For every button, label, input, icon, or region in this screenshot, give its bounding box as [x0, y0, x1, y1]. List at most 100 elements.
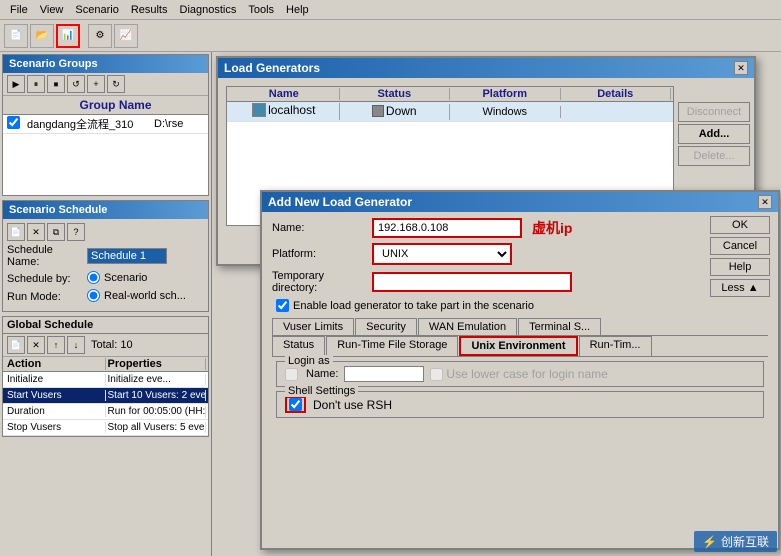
tab-unix-env[interactable]: Unix Environment [459, 336, 577, 356]
anlg-cancel-btn[interactable]: Cancel [710, 237, 770, 255]
gs-action-0: Initialize [5, 374, 106, 385]
lowercase-checkbox[interactable] [430, 368, 443, 381]
login-name-checkbox[interactable] [285, 368, 298, 381]
gs-row-2[interactable]: Duration Run for 00:05:00 (HH:M... [3, 404, 208, 420]
shell-section: Shell Settings Don't use RSH [276, 391, 764, 418]
refresh-btn[interactable]: ↻ [107, 75, 125, 93]
menu-tools[interactable]: Tools [242, 2, 280, 18]
gs-props-0: Initialize eve... [106, 374, 207, 385]
sched-dup-btn[interactable]: ⧉ [47, 223, 65, 241]
group-checkbox-0[interactable] [7, 116, 20, 129]
stop-btn[interactable]: ⏹ [47, 75, 65, 93]
menu-scenario[interactable]: Scenario [69, 2, 124, 18]
groups-table: dangdang全流程_310 D:\rse [3, 115, 208, 195]
anlg-platform-row: Platform: UNIX Windows [272, 243, 768, 265]
menu-help[interactable]: Help [280, 2, 315, 18]
gs-up-btn[interactable]: ↑ [47, 336, 65, 354]
lg-col-status: Status [340, 88, 451, 100]
run-mode-row: Run Mode: Real-world sch... [7, 289, 204, 304]
anlg-enable-checkbox[interactable] [276, 299, 289, 312]
tab-security[interactable]: Security [355, 318, 417, 335]
anlg-tempdir-input[interactable] [372, 272, 572, 292]
lg-close-btn[interactable]: ✕ [734, 61, 748, 75]
gs-down-btn[interactable]: ↓ [67, 336, 85, 354]
play-btn[interactable]: ▶ [7, 75, 25, 93]
anlg-less-btn[interactable]: Less ▲ [710, 279, 770, 297]
global-toolbar: 📄 ✕ ↑ ↓ Total: 10 [3, 334, 208, 357]
lowercase-label: Use lower case for login name [446, 367, 607, 381]
anlg-enable-label: Enable load generator to take part in th… [293, 300, 534, 312]
schedule-by-radio[interactable] [87, 271, 100, 284]
gs-row-1[interactable]: Start Vusers Start 10 Vusers: 2 eve... [3, 388, 208, 404]
anlg-help-btn[interactable]: Help [710, 258, 770, 276]
groups-table-header: Group Name [3, 96, 208, 115]
anlg-enable-row: Enable load generator to take part in th… [276, 299, 768, 312]
gs-row-3[interactable]: Stop Vusers Stop all Vusers: 5 eve... [3, 420, 208, 436]
main-toolbar: 📄 📂 📊 ⚙ 📈 [0, 20, 781, 52]
tab-terminal[interactable]: Terminal S... [518, 318, 601, 335]
menu-bar: File View Scenario Results Diagnostics T… [0, 0, 781, 20]
dont-use-rsh-wrapper [285, 396, 306, 413]
tab-vuser-limits[interactable]: Vuser Limits [272, 318, 354, 335]
anlg-ok-btn[interactable]: OK [710, 216, 770, 234]
lg-table-header: Name Status Platform Details [227, 87, 673, 102]
schedule-content: 📄 ✕ ⧉ ? Schedule Name: Schedule 1 Schedu… [3, 219, 208, 311]
gs-props-1: Start 10 Vusers: 2 eve... [106, 390, 207, 401]
anlg-platform-label: Platform: [272, 248, 372, 260]
global-total: Total: 10 [91, 339, 133, 351]
menu-results[interactable]: Results [125, 2, 174, 18]
toolbar-open-btn[interactable]: 📂 [30, 24, 54, 48]
anlg-name-row: Name: 虚机ip [272, 218, 768, 238]
shell-legend: Shell Settings [285, 385, 358, 397]
login-row: Name: Use lower case for login name [285, 366, 755, 382]
login-name-input[interactable] [344, 366, 424, 382]
watermark: ⚡ 创新互联 [694, 531, 777, 552]
pause-btn[interactable]: ⏸ [27, 75, 45, 93]
anlg-right-buttons: OK Cancel Help Less ▲ [710, 216, 770, 297]
tab-runtime[interactable]: Run-Tim... [579, 336, 652, 356]
menu-diagnostics[interactable]: Diagnostics [174, 2, 243, 18]
scenario-schedule-header: Scenario Schedule [3, 201, 208, 219]
schedule-by-radio-label: Scenario [104, 272, 147, 284]
lg-title: Load Generators [224, 61, 320, 75]
lg-add-btn[interactable]: Add... [678, 124, 750, 144]
run-mode-label: Run Mode: [7, 291, 87, 303]
run-mode-radio[interactable] [87, 289, 100, 302]
gs-action-2: Duration [5, 406, 106, 417]
menu-file[interactable]: File [4, 2, 34, 18]
watermark-text: 创新互联 [721, 533, 769, 550]
toolbar-new-btn[interactable]: 📄 [4, 24, 28, 48]
group-row-0[interactable]: dangdang全流程_310 D:\rse [3, 115, 208, 134]
sched-help-btn[interactable]: ? [67, 223, 85, 241]
scenario-schedule-section: Scenario Schedule 📄 ✕ ⧉ ? Schedule Name:… [2, 200, 209, 312]
login-lowercase-check: Use lower case for login name [430, 367, 607, 381]
gs-add-btn[interactable]: 📄 [7, 336, 25, 354]
menu-view[interactable]: View [34, 2, 70, 18]
tab-status[interactable]: Status [272, 336, 325, 356]
status-icon-0 [372, 105, 384, 117]
anlg-tempdir-row: Temporary directory: [272, 270, 768, 294]
gs-action-3: Stop Vusers [5, 422, 106, 433]
tab-runtime-storage[interactable]: Run-Time File Storage [326, 336, 458, 356]
reset-btn[interactable]: ↺ [67, 75, 85, 93]
anlg-name-input[interactable] [372, 218, 522, 238]
lg-delete-btn[interactable]: Delete... [678, 146, 750, 166]
gs-del-btn[interactable]: ✕ [27, 336, 45, 354]
left-panel: Scenario Groups ▶ ⏸ ⏹ ↺ + ↻ Group Name d… [0, 52, 212, 556]
lg-platform-0: Windows [450, 106, 561, 118]
toolbar-chart-btn[interactable]: 📈 [114, 24, 138, 48]
tab-wan-emulation[interactable]: WAN Emulation [418, 318, 517, 335]
toolbar-run-btn[interactable]: ⚙ [88, 24, 112, 48]
add-group-btn[interactable]: + [87, 75, 105, 93]
anlg-platform-select[interactable]: UNIX Windows [372, 243, 512, 265]
properties-col-header: Properties [106, 358, 207, 370]
schedule-name-label: Schedule Name: [7, 244, 87, 268]
sched-new-btn[interactable]: 📄 [7, 223, 25, 241]
lg-row-0[interactable]: localhost Down Windows [227, 102, 673, 122]
dont-use-rsh-checkbox[interactable] [289, 398, 302, 411]
sched-del-btn[interactable]: ✕ [27, 223, 45, 241]
anlg-close-btn[interactable]: ✕ [758, 195, 772, 209]
toolbar-save-btn[interactable]: 📊 [56, 24, 80, 48]
gs-row-0[interactable]: Initialize Initialize eve... [3, 372, 208, 388]
lg-disconnect-btn[interactable]: Disconnect [678, 102, 750, 122]
